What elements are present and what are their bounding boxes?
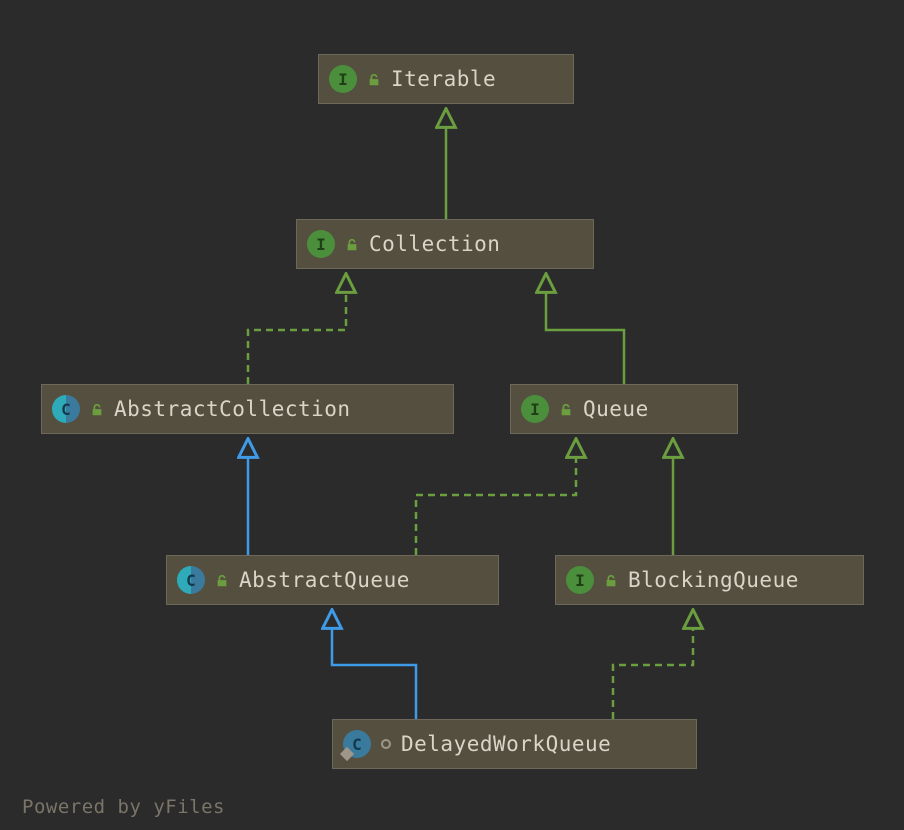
node-delayedworkqueue[interactable]: C DelayedWorkQueue bbox=[332, 719, 697, 769]
unlock-icon bbox=[604, 573, 618, 587]
node-label: BlockingQueue bbox=[628, 568, 799, 592]
class-icon: C bbox=[343, 730, 371, 758]
node-queue[interactable]: I Queue bbox=[510, 384, 738, 434]
interface-icon: I bbox=[329, 65, 357, 93]
node-blockingqueue[interactable]: I BlockingQueue bbox=[555, 555, 864, 605]
interface-icon: I bbox=[521, 395, 549, 423]
interface-icon: I bbox=[307, 230, 335, 258]
node-collection[interactable]: I Collection bbox=[296, 219, 594, 269]
abstract-class-icon: C bbox=[52, 395, 80, 423]
unlock-icon bbox=[345, 237, 359, 251]
node-abstractqueue[interactable]: C AbstractQueue bbox=[166, 555, 499, 605]
abstract-class-icon: C bbox=[177, 566, 205, 594]
node-label: Collection bbox=[369, 232, 500, 256]
unlock-icon bbox=[367, 72, 381, 86]
node-label: Queue bbox=[583, 397, 649, 421]
edge-delayedworkqueue-blockingqueue bbox=[613, 619, 693, 719]
node-label: AbstractCollection bbox=[114, 397, 351, 421]
node-abstractcollection[interactable]: C AbstractCollection bbox=[41, 384, 454, 434]
package-private-icon bbox=[381, 739, 391, 749]
edge-delayedworkqueue-abstractqueue bbox=[332, 619, 416, 719]
unlock-icon bbox=[559, 402, 573, 416]
node-label: Iterable bbox=[391, 67, 496, 91]
unlock-icon bbox=[215, 573, 229, 587]
edge-queue-collection bbox=[546, 283, 624, 384]
unlock-icon bbox=[90, 402, 104, 416]
edge-abstractcollection-collection bbox=[248, 283, 346, 384]
node-iterable[interactable]: I Iterable bbox=[318, 54, 574, 104]
interface-icon: I bbox=[566, 566, 594, 594]
node-label: DelayedWorkQueue bbox=[401, 732, 611, 756]
footer-attribution: Powered by yFiles bbox=[22, 796, 225, 818]
edge-abstractqueue-queue bbox=[416, 448, 576, 555]
diagram-canvas: I Iterable I Collection C AbstractCollec… bbox=[0, 0, 904, 830]
node-label: AbstractQueue bbox=[239, 568, 410, 592]
